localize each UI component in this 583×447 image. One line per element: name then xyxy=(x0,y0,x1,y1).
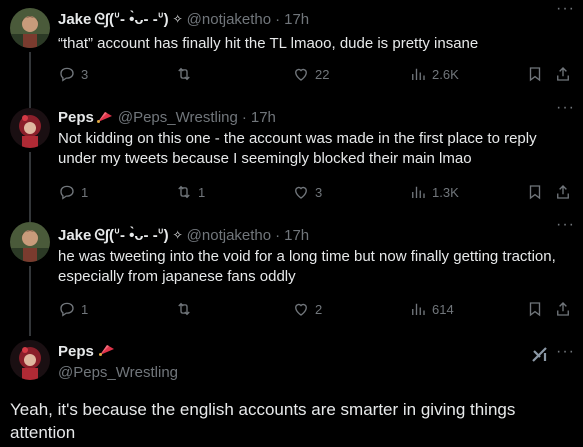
more-icon[interactable]: ··· xyxy=(556,0,575,18)
display-name[interactable]: Jake xyxy=(58,227,91,244)
tweet-text: “that” account has finally hit the TL lm… xyxy=(58,35,479,52)
reply-icon xyxy=(60,67,74,82)
reply-button[interactable]: 1 xyxy=(58,183,88,201)
bookmark-button[interactable] xyxy=(526,300,544,318)
separator-dot: · xyxy=(241,108,247,126)
like-count: 2 xyxy=(315,301,323,317)
avatar[interactable] xyxy=(10,340,50,380)
display-name-decoration: ᘓ∫(ᐡ- •̀ᴗ- -ᐡ) xyxy=(94,11,169,28)
share-icon xyxy=(557,302,569,316)
views-button[interactable]: 2.6K xyxy=(409,65,459,83)
more-icon[interactable]: ··· xyxy=(556,216,575,234)
like-count: 22 xyxy=(315,66,330,82)
display-name-decoration: ᘓ∫(ᐡ- •̀ᴗ- -ᐡ) xyxy=(94,227,169,244)
more-icon[interactable]: ··· xyxy=(556,99,575,117)
reply-icon xyxy=(60,302,74,317)
views-count: 614 xyxy=(432,301,454,317)
grok-icon[interactable] xyxy=(531,345,549,363)
share-icon xyxy=(557,185,569,199)
like-button[interactable]: 3 xyxy=(292,183,322,201)
bookmark-icon xyxy=(529,302,541,317)
timestamp[interactable]: 17h xyxy=(251,109,276,126)
timestamp[interactable]: 17h xyxy=(284,227,309,244)
retweet-count: 1 xyxy=(198,184,206,200)
avatar[interactable] xyxy=(10,8,50,48)
fan-emoji-icon xyxy=(99,345,115,356)
tweet-text: Not kidding on this one - the account wa… xyxy=(58,130,537,167)
tweet-text: he was tweeting into the void for a long… xyxy=(58,248,556,285)
thread-connector xyxy=(29,328,31,336)
bookmark-button[interactable] xyxy=(526,183,544,201)
more-icon[interactable]: ··· xyxy=(556,343,575,361)
bookmark-button[interactable] xyxy=(526,65,544,83)
views-button[interactable]: 614 xyxy=(409,300,454,318)
thread-connector xyxy=(29,152,31,218)
reply-count: 1 xyxy=(81,184,89,200)
main-tweet-text: Yeah, it's because the english accounts … xyxy=(10,400,516,442)
bookmark-icon xyxy=(529,185,541,200)
reply-button[interactable]: 1 xyxy=(58,300,88,318)
views-count: 1.3K xyxy=(432,184,459,200)
avatar[interactable] xyxy=(10,108,50,148)
share-button[interactable] xyxy=(554,65,572,83)
badge-icon: ✧ xyxy=(172,12,183,26)
user-handle[interactable]: @Peps_Wrestling xyxy=(58,364,178,381)
retweet-icon xyxy=(178,185,190,199)
share-icon xyxy=(557,67,569,81)
separator-dot: · xyxy=(275,10,281,28)
retweet-button[interactable]: 1 xyxy=(175,183,205,201)
display-name[interactable]: Jake xyxy=(58,11,91,28)
tweet-header: Jake ᘓ∫(ᐡ- •̀ᴗ- -ᐡ) ✧ @notjaketho · 17h xyxy=(58,9,309,29)
main-display-name[interactable]: Peps xyxy=(58,343,116,360)
like-icon xyxy=(295,68,307,81)
like-icon xyxy=(295,186,307,199)
user-handle[interactable]: @notjaketho xyxy=(187,227,271,244)
display-name[interactable]: Peps xyxy=(58,109,94,126)
reply-button[interactable]: 3 xyxy=(58,65,88,83)
views-icon xyxy=(412,68,425,80)
views-icon xyxy=(412,186,425,198)
action-bar: 1 1 3 1.3K xyxy=(58,183,575,203)
separator-dot: · xyxy=(275,226,281,244)
timestamp[interactable]: 17h xyxy=(284,11,309,28)
retweet-icon xyxy=(178,67,190,81)
badge-icon: ✧ xyxy=(172,228,183,242)
like-icon xyxy=(295,303,307,316)
share-button[interactable] xyxy=(554,300,572,318)
like-count: 3 xyxy=(315,184,323,200)
tweet-1[interactable]: Jake ᘓ∫(ᐡ- •̀ᴗ- -ᐡ) ✧ @notjaketho · 17h … xyxy=(0,0,583,104)
fan-emoji-icon xyxy=(96,112,112,123)
views-button[interactable]: 1.3K xyxy=(409,183,459,201)
bookmark-icon xyxy=(529,67,541,82)
tweet-2[interactable]: Peps @Peps_Wrestling · 17h ··· Not kiddi… xyxy=(0,99,583,218)
views-icon xyxy=(412,303,425,315)
action-bar: 3 22 2.6K xyxy=(58,65,575,85)
like-button[interactable]: 22 xyxy=(292,65,329,83)
user-handle[interactable]: @Peps_Wrestling xyxy=(118,109,238,126)
thread-connector xyxy=(29,52,31,104)
reply-icon xyxy=(60,185,74,200)
user-handle[interactable]: @notjaketho xyxy=(187,11,271,28)
reply-count: 3 xyxy=(81,66,89,82)
like-button[interactable]: 2 xyxy=(292,300,322,318)
retweet-icon xyxy=(178,302,190,316)
views-count: 2.6K xyxy=(432,66,459,82)
retweet-button[interactable] xyxy=(175,65,198,83)
avatar[interactable] xyxy=(10,222,50,262)
thread-connector xyxy=(29,266,31,328)
tweet-header: Jake ᘓ∫(ᐡ- •̀ᴗ- -ᐡ) ✧ @notjaketho · 17h xyxy=(58,225,309,245)
display-name[interactable]: Peps xyxy=(58,343,94,360)
tweet-3[interactable]: Jake ᘓ∫(ᐡ- •̀ᴗ- -ᐡ) ✧ @notjaketho · 17h … xyxy=(0,216,583,328)
retweet-button[interactable] xyxy=(175,300,198,318)
action-bar: 1 2 614 xyxy=(58,300,575,320)
reply-count: 1 xyxy=(81,301,89,317)
tweet-header: Peps @Peps_Wrestling · 17h xyxy=(58,107,276,127)
share-button[interactable] xyxy=(554,183,572,201)
